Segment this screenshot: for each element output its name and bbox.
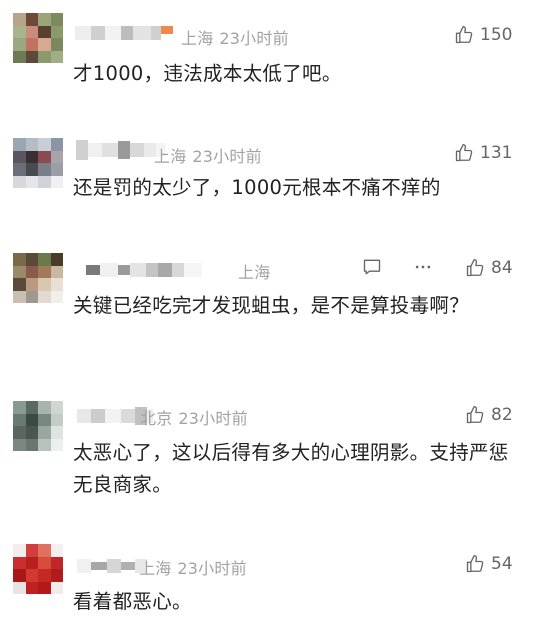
thumbs-up-icon	[454, 143, 474, 163]
comment-location: 上海	[139, 559, 172, 578]
comment-meta: 上海	[238, 259, 276, 283]
avatar[interactable]	[13, 544, 63, 594]
username-blurred[interactable]	[75, 26, 173, 40]
like-count: 84	[491, 258, 513, 278]
avatar[interactable]	[13, 253, 63, 303]
thumbs-up-icon	[465, 258, 485, 278]
comment-text: 关键已经吃完才发现蛆虫，是不是算投毒啊？	[73, 294, 470, 317]
avatar[interactable]	[13, 401, 63, 451]
comment-meta: 北京 23小时前	[140, 405, 248, 429]
comment-meta: 上海 23小时前	[181, 25, 289, 49]
comment-time: 23小时前	[177, 559, 247, 578]
comment-text: 才1000，违法成本太低了吧。	[73, 62, 342, 85]
comment-time: 23小时前	[178, 409, 248, 428]
like-button[interactable]: 150	[454, 24, 512, 46]
like-count: 82	[491, 405, 513, 425]
comment-meta: 上海 23小时前	[139, 555, 247, 579]
comment-text: 看着都恶心。	[73, 590, 192, 613]
like-button[interactable]: 82	[465, 404, 513, 426]
like-count: 131	[480, 143, 513, 163]
reply-button[interactable]	[360, 258, 384, 280]
comment-time: 23小时前	[192, 147, 262, 166]
comment-location: 北京	[140, 409, 173, 428]
like-count: 54	[491, 554, 513, 574]
like-button[interactable]: 131	[454, 142, 512, 164]
comment-text: 太恶心了，这以后得有多大的心理阴影。支持严惩无良商家。	[73, 441, 509, 496]
more-button[interactable]	[411, 258, 435, 280]
thumbs-up-icon	[465, 405, 485, 425]
comment-location: 上海	[238, 263, 271, 282]
like-button[interactable]: 54	[465, 553, 513, 575]
comment-time: 23小时前	[219, 29, 289, 48]
comment-text: 还是罚的太少了，1000元根本不痛不痒的	[73, 176, 441, 199]
username-blurred[interactable]	[76, 140, 166, 160]
thumbs-up-icon	[465, 554, 485, 574]
username-blurred[interactable]	[77, 559, 147, 573]
comment-location: 上海	[181, 29, 214, 48]
username-blurred[interactable]	[86, 263, 202, 277]
thumbs-up-icon	[454, 25, 474, 45]
like-button[interactable]: 84	[465, 257, 513, 279]
comment-meta: 上海 23小时前	[154, 143, 262, 167]
comment-icon	[362, 257, 382, 281]
comment-location: 上海	[154, 147, 187, 166]
avatar[interactable]	[13, 13, 63, 63]
more-dots-icon	[413, 257, 433, 281]
like-count: 150	[480, 25, 513, 45]
avatar[interactable]	[13, 138, 63, 188]
